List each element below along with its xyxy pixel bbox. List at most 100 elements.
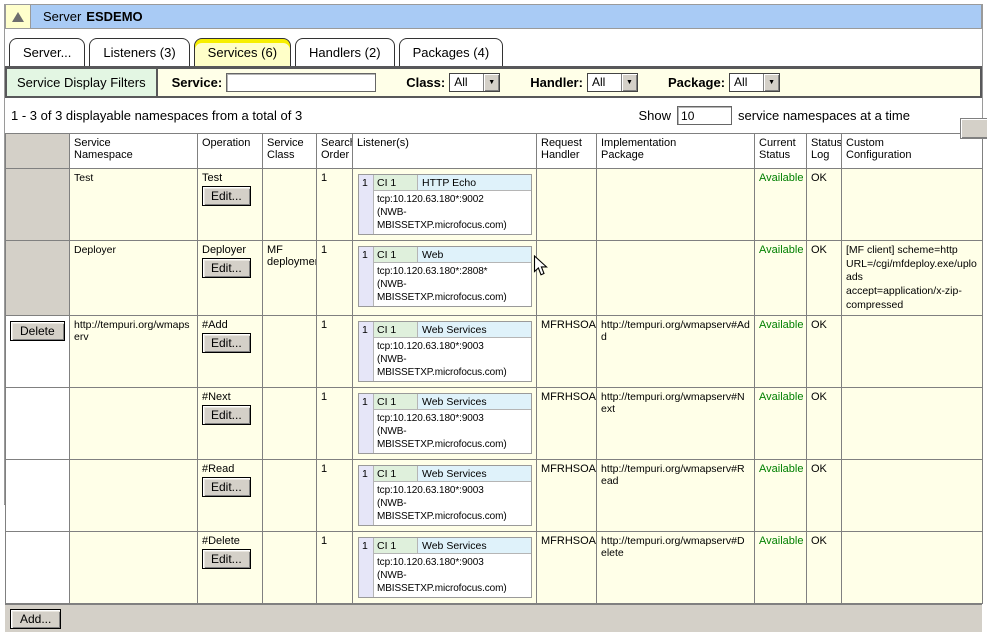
- listener-class: CI 1: [374, 175, 418, 190]
- handler-select-value: All: [588, 74, 621, 91]
- listener-box[interactable]: 1 CI 1 Web Services tcp:10.120.63.180*:9…: [358, 321, 532, 382]
- listener-class: CI 1: [374, 247, 418, 262]
- listener-box[interactable]: 1 CI 1 Web Services tcp:10.120.63.180*:9…: [358, 465, 532, 526]
- namespace-cell: Deployer: [70, 241, 198, 316]
- request-handler-cell: MFRHSOAP: [537, 316, 597, 388]
- class-select[interactable]: All ▼: [449, 73, 500, 92]
- namespace-cell: [70, 388, 198, 460]
- listener-name: HTTP Echo: [418, 175, 531, 190]
- operation-name: Deployer: [202, 244, 258, 256]
- server-name: ESDEMO: [86, 9, 142, 24]
- namespace-cell: http://tempuri.org/wmapserv: [70, 316, 198, 388]
- pagination-row: 1 - 3 of 3 displayable namespaces from a…: [5, 98, 982, 133]
- search-order-cell: 1: [317, 169, 353, 241]
- show-count-group: Show service namespaces at a time: [639, 106, 911, 125]
- operation-cell: #Next Edit...: [198, 388, 263, 460]
- table-row: #Delete Edit... 1 1 CI 1 Web Services tc…: [6, 532, 983, 604]
- chevron-down-icon[interactable]: ▼: [483, 74, 499, 91]
- operation-name: #Delete: [202, 535, 258, 547]
- listener-box[interactable]: 1 CI 1 Web tcp:10.120.63.180*:2808* (NWB…: [358, 246, 532, 307]
- service-filter-input[interactable]: [226, 73, 376, 92]
- listener-address: tcp:10.120.63.180*:9003 (NWB-MBISSETXP.m…: [374, 410, 531, 453]
- listeners-cell: 1 CI 1 Web Services tcp:10.120.63.180*:9…: [353, 460, 537, 532]
- service-filter-label: Service:: [172, 75, 223, 90]
- col-search-order: Search Order: [317, 134, 353, 169]
- tab-server[interactable]: Server...: [9, 38, 85, 66]
- action-cell: [6, 169, 70, 241]
- listener-class: CI 1: [374, 394, 418, 409]
- status-log-cell: OK: [807, 532, 842, 604]
- edit-button[interactable]: Edit...: [202, 477, 251, 497]
- tab-packages[interactable]: Packages (4): [399, 38, 504, 66]
- request-handler-cell: [537, 169, 597, 241]
- add-button[interactable]: Add...: [10, 609, 61, 629]
- col-listeners: Listener(s): [353, 134, 537, 169]
- custom-config-cell: [842, 460, 983, 532]
- request-handler-cell: MFRHSOAP: [537, 532, 597, 604]
- listener-box[interactable]: 1 CI 1 Web Services tcp:10.120.63.180*:9…: [358, 393, 532, 454]
- results-summary: 1 - 3 of 3 displayable namespaces from a…: [11, 108, 639, 123]
- col-current-status: Current Status: [755, 134, 807, 169]
- server-header-bar: Server ESDEMO: [5, 4, 982, 29]
- package-select[interactable]: All ▼: [729, 73, 780, 92]
- implementation-cell: http://tempuri.org/wmapserv#Add: [597, 316, 755, 388]
- operation-cell: #Add Edit...: [198, 316, 263, 388]
- custom-config-cell: [842, 532, 983, 604]
- action-cell: [6, 388, 70, 460]
- status-log-cell: OK: [807, 169, 842, 241]
- chevron-down-icon[interactable]: ▼: [763, 74, 779, 91]
- status-cell: Available: [755, 241, 807, 316]
- col-implementation-package: Implementation Package: [597, 134, 755, 169]
- services-table: Service Namespace Operation Service Clas…: [5, 133, 983, 604]
- tab-handlers[interactable]: Handlers (2): [295, 38, 395, 66]
- implementation-cell: [597, 241, 755, 316]
- action-cell: [6, 532, 70, 604]
- listener-class: CI 1: [374, 466, 418, 481]
- collapse-section-button[interactable]: [6, 5, 31, 28]
- listener-class: CI 1: [374, 322, 418, 337]
- listener-index: 1: [359, 466, 374, 525]
- edit-button[interactable]: Edit...: [202, 258, 251, 278]
- search-order-cell: 1: [317, 532, 353, 604]
- search-order-cell: 1: [317, 460, 353, 532]
- delete-button[interactable]: Delete: [10, 321, 65, 341]
- edit-button[interactable]: Edit...: [202, 405, 251, 425]
- edit-button[interactable]: Edit...: [202, 549, 251, 569]
- listener-box[interactable]: 1 CI 1 Web Services tcp:10.120.63.180*:9…: [358, 537, 532, 598]
- refresh-page-button-partial[interactable]: [960, 118, 987, 139]
- table-row: #Read Edit... 1 1 CI 1 Web Services tcp:…: [6, 460, 983, 532]
- table-header-row: Service Namespace Operation Service Clas…: [6, 134, 983, 169]
- search-order-cell: 1: [317, 388, 353, 460]
- operation-cell: Test Edit...: [198, 169, 263, 241]
- service-class-cell: [263, 388, 317, 460]
- listener-class: CI 1: [374, 538, 418, 553]
- listener-address: tcp:10.120.63.180*:9003 (NWB-MBISSETXP.m…: [374, 554, 531, 597]
- custom-config-cell: [842, 169, 983, 241]
- namespace-cell: [70, 460, 198, 532]
- col-service-namespace: Service Namespace: [70, 134, 198, 169]
- handler-select[interactable]: All ▼: [587, 73, 638, 92]
- tab-services[interactable]: Services (6): [194, 38, 291, 66]
- service-display-filters-bar: Service Display Filters Service: Class: …: [5, 68, 982, 98]
- table-row: Test Test Edit... 1 1 CI 1 HTTP Echo tc: [6, 169, 983, 241]
- listener-box[interactable]: 1 CI 1 HTTP Echo tcp:10.120.63.180*:9002…: [358, 174, 532, 235]
- tab-listeners[interactable]: Listeners (3): [89, 38, 189, 66]
- show-count-input[interactable]: [677, 106, 732, 125]
- status-cell: Available: [755, 532, 807, 604]
- request-handler-cell: [537, 241, 597, 316]
- listener-index: 1: [359, 322, 374, 381]
- edit-button[interactable]: Edit...: [202, 186, 251, 206]
- status-cell: Available: [755, 169, 807, 241]
- listeners-cell: 1 CI 1 Web Services tcp:10.120.63.180*:9…: [353, 532, 537, 604]
- custom-config-cell: [MF client] scheme=http URL=/cgi/mfdeplo…: [842, 241, 983, 316]
- edit-button[interactable]: Edit...: [202, 333, 251, 353]
- service-class-cell: [263, 460, 317, 532]
- namespace-cell: Test: [70, 169, 198, 241]
- action-cell: Delete: [6, 316, 70, 388]
- listeners-cell: 1 CI 1 Web tcp:10.120.63.180*:2808* (NWB…: [353, 241, 537, 316]
- chevron-down-icon[interactable]: ▼: [621, 74, 637, 91]
- service-class-cell: [263, 532, 317, 604]
- namespace-cell: [70, 532, 198, 604]
- status-cell: Available: [755, 388, 807, 460]
- operation-name: #Add: [202, 319, 258, 331]
